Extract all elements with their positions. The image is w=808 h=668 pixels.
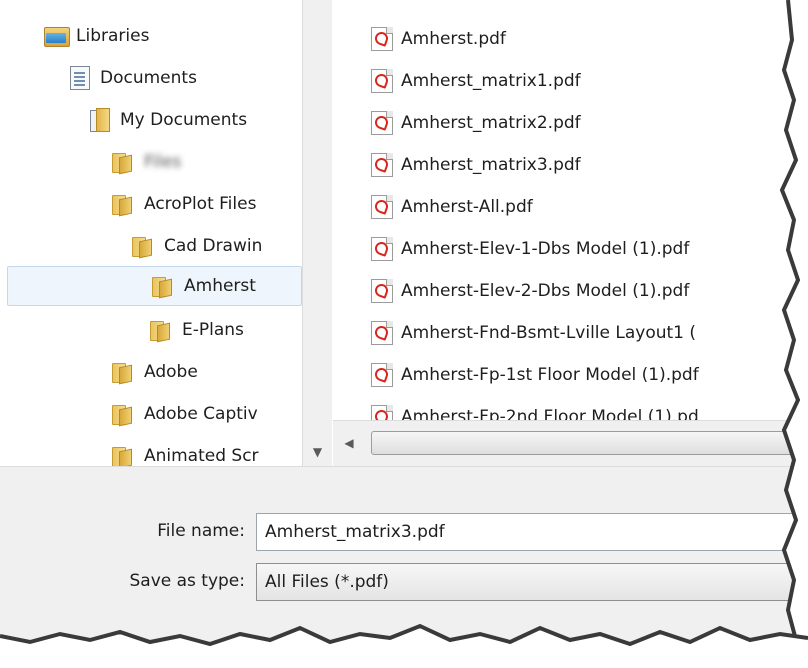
file-name-label: File name: (157, 521, 245, 541)
file-name-label: Amherst-Fp-1st Floor Model (1).pdf (401, 365, 699, 385)
folder-icon (110, 445, 132, 466)
file-item[interactable]: Amherst-Fnd-Bsmt-Lville Layout1 ( (371, 313, 696, 353)
file-name-label: Amherst.pdf (401, 29, 506, 49)
file-name-label: Amherst-All.pdf (401, 197, 533, 217)
save-as-type-select[interactable]: All Files (*.pdf) (256, 563, 808, 601)
file-item[interactable]: Amherst_matrix2.pdf (371, 103, 581, 143)
pdf-icon (371, 279, 393, 303)
scroll-left-icon[interactable]: ◀ (339, 431, 359, 455)
torn-edge-bottom (0, 623, 808, 668)
tree-item-label: Adobe Captiv (144, 404, 258, 424)
file-item[interactable]: Amherst-Elev-2-Dbs Model (1).pdf (371, 271, 689, 311)
file-item[interactable]: Amherst-Elev-1-Dbs Model (1).pdf (371, 229, 689, 269)
tree-item-label: Files (144, 152, 182, 172)
folder-icon (110, 193, 132, 215)
file-list[interactable]: Amherst.pdf Amherst_matrix1.pdf Amherst_… (333, 0, 808, 420)
tree-item-files[interactable]: Files (0, 142, 302, 182)
file-item[interactable]: Amherst.pdf (371, 19, 506, 59)
tree-item-animated-screens[interactable]: Animated Scr (0, 436, 302, 466)
file-name-input[interactable]: Amherst_matrix3.pdf (256, 513, 808, 551)
folder-icon (148, 319, 170, 341)
tree-item-label: Animated Scr (144, 446, 259, 466)
pdf-icon (371, 69, 393, 93)
folder-icon (110, 361, 132, 383)
folder-icon (130, 235, 152, 257)
tree-item-label: Libraries (76, 26, 150, 46)
scrollbar-thumb[interactable] (371, 431, 808, 455)
folder-icon (110, 151, 132, 173)
tree-item-my-documents[interactable]: My Documents (0, 100, 302, 140)
folder-icon (110, 403, 132, 425)
tree-item-adobe-captivate[interactable]: Adobe Captiv (0, 394, 302, 434)
pdf-icon (371, 153, 393, 177)
save-as-type-label: Save as type: (129, 571, 245, 591)
scroll-down-icon[interactable]: ▼ (303, 442, 332, 462)
tree-item-label: AcroPlot Files (144, 194, 257, 214)
navigation-pane[interactable]: Libraries Documents My Documents Files A… (0, 0, 302, 466)
pdf-icon (371, 27, 393, 51)
tree-item-e-plans[interactable]: E-Plans (0, 310, 302, 350)
file-name-label: Amherst-Fp-2nd Floor Model (1).pd (401, 407, 699, 420)
file-item[interactable]: Amherst-Fp-2nd Floor Model (1).pd (371, 397, 699, 420)
torn-edge-right (779, 0, 808, 668)
save-dialog: Libraries Documents My Documents Files A… (0, 0, 808, 668)
pdf-icon (371, 195, 393, 219)
document-icon (70, 66, 90, 90)
libraries-icon (44, 25, 70, 47)
tree-item-label: My Documents (120, 110, 248, 130)
tree-item-label: Cad Drawin (164, 236, 263, 256)
file-name-label: Amherst_matrix3.pdf (401, 155, 581, 175)
navigation-scrollbar[interactable]: ▼ (302, 0, 332, 466)
file-name-label: Amherst-Elev-1-Dbs Model (1).pdf (401, 239, 690, 259)
file-name-label: Amherst_matrix1.pdf (401, 71, 581, 91)
pdf-icon (371, 405, 393, 420)
my-documents-icon (90, 108, 110, 132)
tree-item-adobe[interactable]: Adobe (0, 352, 302, 392)
horizontal-scrollbar[interactable]: ◀ (333, 420, 808, 466)
tree-item-label: Documents (100, 68, 197, 88)
file-name-label: Amherst_matrix2.pdf (401, 113, 581, 133)
file-item[interactable]: Amherst-All.pdf (371, 187, 533, 227)
pdf-icon (371, 363, 393, 387)
tree-item-acroplot-files[interactable]: AcroPlot Files (0, 184, 302, 224)
pdf-icon (371, 321, 393, 345)
tree-item-libraries[interactable]: Libraries (0, 16, 302, 56)
pdf-icon (371, 237, 393, 261)
tree-item-amherst[interactable]: Amherst (7, 266, 302, 306)
tree-item-label: E-Plans (182, 320, 244, 340)
file-item[interactable]: Amherst-Fp-1st Floor Model (1).pdf (371, 355, 699, 395)
file-item[interactable]: Amherst_matrix1.pdf (371, 61, 581, 101)
file-item[interactable]: Amherst_matrix3.pdf (371, 145, 581, 185)
pdf-icon (371, 111, 393, 135)
file-name-label: Amherst-Elev-2-Dbs Model (1).pdf (401, 281, 690, 301)
tree-item-label: Amherst (184, 276, 256, 296)
tree-item-label: Adobe (144, 362, 198, 382)
tree-item-cad-drawings[interactable]: Cad Drawin (0, 226, 302, 266)
file-name-label: Amherst-Fnd-Bsmt-Lville Layout1 ( (401, 323, 697, 343)
tree-item-documents[interactable]: Documents (0, 58, 302, 98)
folder-icon (150, 275, 172, 297)
